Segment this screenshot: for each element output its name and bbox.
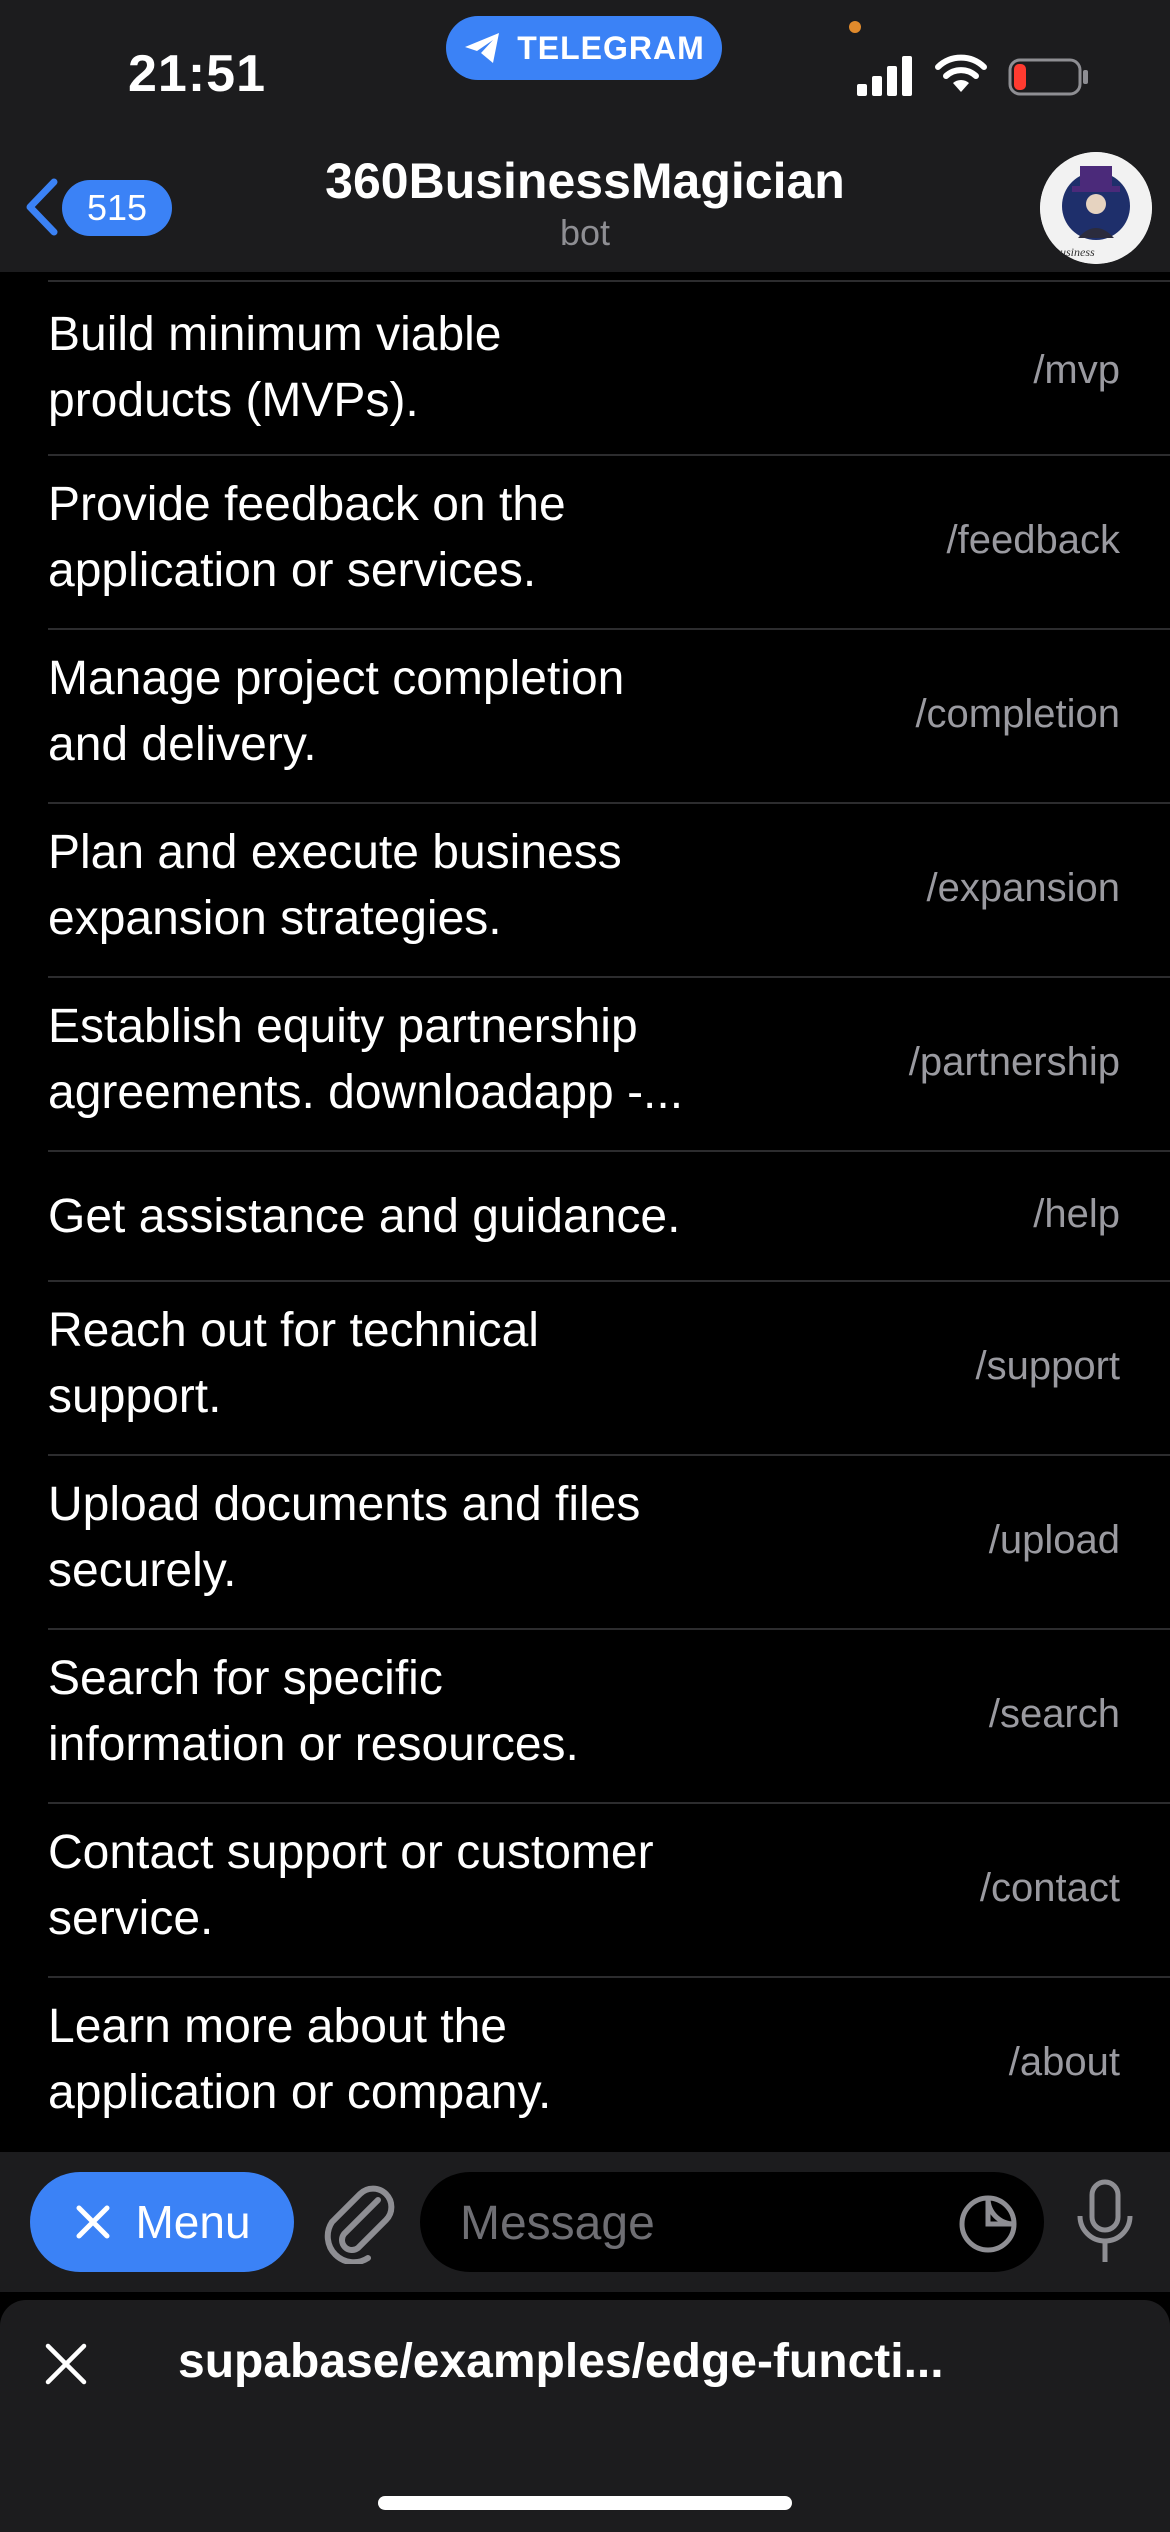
command-name: /help [1033,1192,1120,1236]
command-description-line: Contact support or customer [48,1826,654,1879]
command-description: Get assistance and guidance. [48,1184,748,1250]
command-description: Learn more about the application or comp… [48,1994,748,2126]
command-name: /feedback [946,518,1120,562]
command-name: /search [988,1692,1120,1736]
command-description-line: products (MVPs). [48,374,419,427]
command-description: Provide feedback on the application or s… [48,472,748,604]
chat-title[interactable]: 360BusinessMagician [0,152,1170,210]
magician-avatar-icon: usiness [1040,152,1152,264]
command-description-line: support. [48,1370,222,1423]
command-row-about[interactable]: Learn more about the application or comp… [48,1976,1170,2154]
message-input-bar: Menu Message [0,2152,1170,2292]
top-bar: 21:51 TELEGRAM 515 360BusinessMagician b… [0,0,1170,272]
sheet-title[interactable]: supabase/examples/edge-functi... [178,2334,944,2389]
command-description-line: service. [48,1892,214,1945]
command-row-upload[interactable]: Upload documents and files securely. /up… [48,1454,1170,1630]
command-name: /about [1008,2040,1120,2084]
command-row-support[interactable]: Reach out for technical support. /suppor… [48,1280,1170,1456]
bot-avatar[interactable]: usiness [1040,152,1152,264]
command-description-line: Search for specific [48,1652,443,1705]
command-name: /contact [979,1866,1120,1910]
telegram-plane-icon [465,33,500,63]
command-description-line: application or services. [48,544,537,597]
command-description-line: Manage project completion [48,652,625,705]
command-name: /support [975,1344,1120,1388]
command-row-feedback[interactable]: Provide feedback on the application or s… [48,454,1170,630]
command-description-line: Provide feedback on the [48,478,566,531]
command-description-line: Build minimum viable [48,308,502,361]
command-description: Contact support or customer service. [48,1820,748,1952]
message-input[interactable]: Message [420,2172,1044,2272]
command-description-line: expansion strategies. [48,892,502,945]
close-icon [76,2205,110,2239]
command-name: /completion [915,692,1120,736]
command-description-line: Learn more about the [48,2000,507,2053]
command-description-line: Reach out for technical [48,1304,539,1357]
command-name: /partnership [908,1040,1120,1084]
command-description-line: securely. [48,1544,237,1597]
command-row-contact[interactable]: Contact support or customer service. /co… [48,1802,1170,1978]
command-description: Build minimum viable products (MVPs). [48,302,748,434]
chat-subtitle: bot [559,212,611,253]
close-icon[interactable] [42,2340,90,2388]
command-row-partnership[interactable]: Establish equity partnership agreements.… [48,976,1170,1152]
command-description: Search for specific information or resou… [48,1646,748,1778]
command-description: Plan and execute business expansion stra… [48,820,748,952]
attachment-icon[interactable] [320,2180,400,2264]
command-description-line: Get assistance and guidance. [48,1190,681,1243]
command-row-search[interactable]: Search for specific information or resou… [48,1628,1170,1804]
message-placeholder: Message [460,2197,655,2250]
command-row-mvp[interactable]: Build minimum viable products (MVPs). /m… [48,280,1170,456]
bot-command-list: Build minimum viable products (MVPs). /m… [0,272,1170,2152]
svg-text:usiness: usiness [1060,245,1095,259]
microphone-icon[interactable] [1070,2172,1140,2272]
command-description-line: agreements. downloadapp -... [48,1066,684,1119]
signal-icon [857,56,912,96]
command-description: Manage project completion and delivery. [48,646,748,778]
command-name: /upload [988,1518,1120,1562]
status-time: 21:51 [128,45,266,103]
command-row-help[interactable]: Get assistance and guidance. /help [48,1150,1170,1282]
command-description: Reach out for technical support. [48,1298,748,1430]
command-name: /mvp [1033,348,1120,392]
command-row-completion[interactable]: Manage project completion and delivery. … [48,628,1170,804]
command-name: /expansion [926,866,1120,910]
command-description-line: information or resources. [48,1718,579,1771]
sticker-icon[interactable] [958,2194,1018,2254]
menu-button-label: Menu [135,2196,251,2248]
command-description-line: and delivery. [48,718,317,771]
menu-button[interactable]: Menu [30,2172,294,2272]
home-indicator [378,2496,792,2510]
command-description-line: Establish equity partnership [48,1000,638,1053]
command-row-expansion[interactable]: Plan and execute business expansion stra… [48,802,1170,978]
telegram-pill-label: TELEGRAM [517,29,705,66]
wifi-icon [935,54,987,92]
battery-icon [1008,58,1088,96]
privacy-indicator-dot [849,21,861,33]
command-description-line: application or company. [48,2066,552,2119]
command-description: Upload documents and files securely. [48,1472,748,1604]
command-description-line: Upload documents and files [48,1478,641,1531]
command-description: Establish equity partnership agreements.… [48,994,748,1126]
telegram-pill[interactable]: TELEGRAM [446,16,722,80]
command-description-line: Plan and execute business [48,826,622,879]
bottom-sheet[interactable]: supabase/examples/edge-functi... [0,2300,1170,2532]
